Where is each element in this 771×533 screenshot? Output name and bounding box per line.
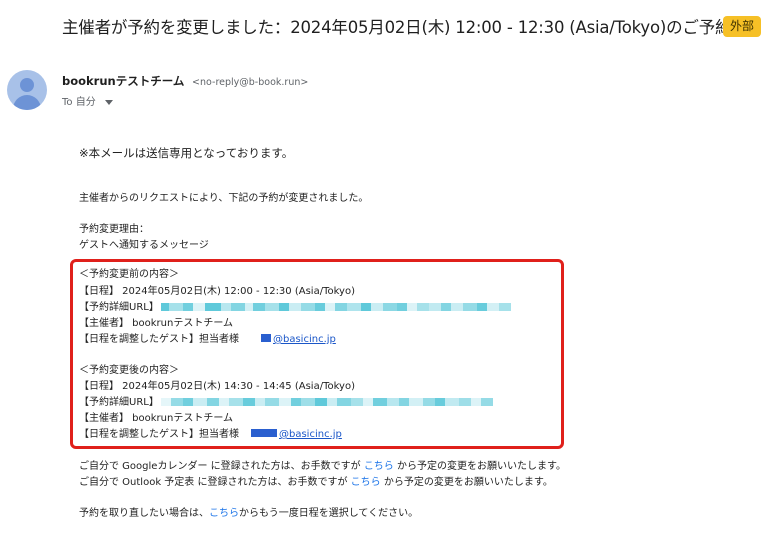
before-guest-email[interactable]: @basicinc.jp <box>273 334 336 345</box>
redo-line-post: からもう一度日程を選択してください。 <box>239 508 419 519</box>
before-schedule: 【日程】 2024年05月02日(木) 12:00 - 12:30 (Asia/… <box>79 286 355 297</box>
notice-text: ※本メールは送信専用となっております。 <box>79 146 294 160</box>
after-heading: ＜予約変更後の内容＞ <box>79 365 179 376</box>
before-organizer: 【主催者】 bookrunテストチーム <box>79 318 234 329</box>
after-url-redacted[interactable] <box>160 398 493 406</box>
external-badge: 外部 <box>723 16 762 37</box>
redo-line: 予約を取り直したい場合は、こちらからもう一度日程を選択してください。 <box>79 504 418 519</box>
before-guest-label: 【日程を調整したゲスト】担当者様 <box>79 334 239 345</box>
sender-name[interactable]: bookrunテストチーム <box>62 74 184 88</box>
after-guest-redacted <box>243 429 279 440</box>
after-guest-label: 【日程を調整したゲスト】担当者様 <box>79 429 239 440</box>
redo-line-pre: 予約を取り直したい場合は、 <box>79 508 209 519</box>
reason-label: 予約変更理由： <box>79 224 149 235</box>
chevron-down-icon[interactable] <box>104 99 113 105</box>
reason-text: ゲストへ通知するメッセージ <box>79 240 209 251</box>
intro-text: 主催者からのリクエストにより、下記の予約が変更されました。 <box>79 193 369 204</box>
after-url-row: 【予約詳細URL】 <box>79 393 493 408</box>
before-url-row: 【予約詳細URL】 <box>79 298 511 313</box>
google-line-post: から予定の変更をお願いいたします。 <box>397 461 566 472</box>
recipient-toggle[interactable]: To 自分 <box>62 93 113 108</box>
sender-line: bookrunテストチーム <no-reply@b-book.run> <box>62 73 308 89</box>
outlook-line-pre: ご自分で Outlook 予定表 に登録された方は、お手数ですが <box>79 477 348 488</box>
outlook-line-post: から予定の変更をお願いいたします。 <box>383 477 553 488</box>
google-change-link[interactable]: こちら <box>364 461 394 472</box>
before-heading: ＜予約変更前の内容＞ <box>79 269 179 280</box>
before-guest-redacted <box>243 334 273 345</box>
after-guest-row: 【日程を調整したゲスト】担当者様 @basicinc.jp <box>79 425 342 440</box>
before-guest-row: 【日程を調整したゲスト】担当者様 @basicinc.jp <box>79 330 336 345</box>
google-line-pre: ご自分で Googleカレンダー に登録された方は、お手数ですが <box>79 461 361 472</box>
sender-avatar[interactable] <box>7 70 47 110</box>
outlook-line: ご自分で Outlook 予定表 に登録された方は、お手数ですが こちら から予… <box>79 473 553 488</box>
after-schedule: 【日程】 2024年05月02日(木) 14:30 - 14:45 (Asia/… <box>79 381 355 392</box>
google-calendar-line: ご自分で Googleカレンダー に登録された方は、お手数ですが こちら から予… <box>79 457 566 472</box>
after-guest-email[interactable]: @basicinc.jp <box>279 429 342 440</box>
before-url-redacted[interactable] <box>160 303 511 311</box>
after-url-label: 【予約詳細URL】 <box>79 397 159 408</box>
redo-link[interactable]: こちら <box>209 508 239 519</box>
recipient-label: To 自分 <box>62 97 96 108</box>
after-organizer: 【主催者】 bookrunテストチーム <box>79 413 234 424</box>
email-subject: 主催者が予約を変更しました：2024年05月02日(木) 12:00 - 12:… <box>62 18 732 37</box>
before-url-label: 【予約詳細URL】 <box>79 302 159 313</box>
outlook-change-link[interactable]: こちら <box>351 477 381 488</box>
sender-address: <no-reply@b-book.run> <box>192 77 309 88</box>
